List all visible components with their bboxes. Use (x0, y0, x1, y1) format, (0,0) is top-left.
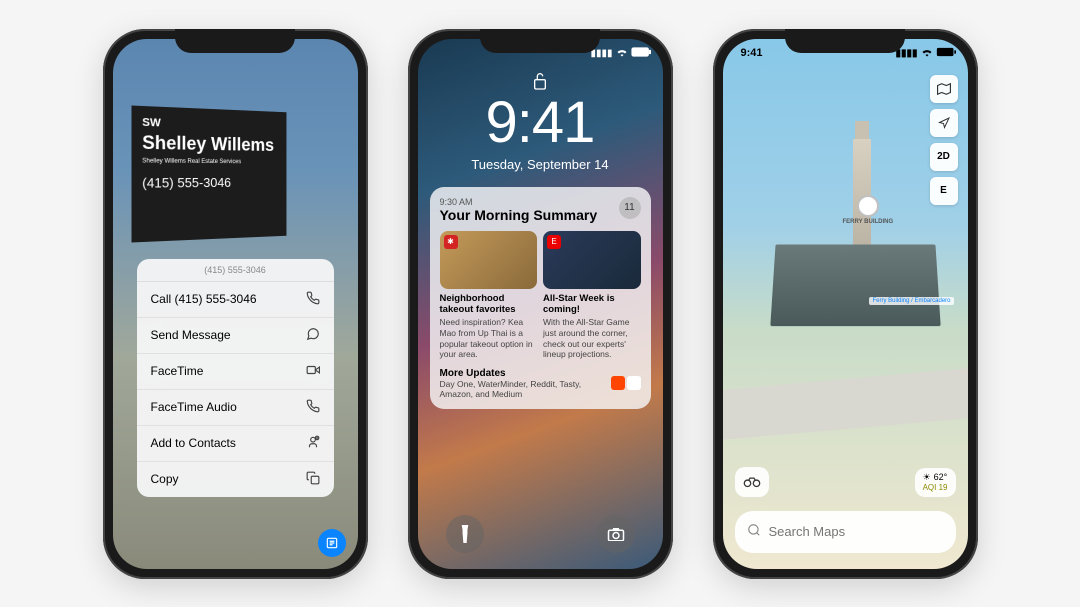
status-time: 9:41 (741, 47, 763, 60)
card-body: Need inspiration? Kea Mao from Up Thai i… (440, 317, 538, 360)
card-title: All-Star Week is coming! (543, 293, 641, 316)
map-mode-button[interactable] (930, 75, 958, 103)
lock-time: 9:41 (418, 89, 663, 156)
poi-marker[interactable]: FERRY BUILDING (843, 195, 894, 225)
maps-screen[interactable]: 9:41 ▮▮▮▮ 2D E FERRY BU (723, 39, 968, 569)
camera-screen: SW Shelley Willems Shelley Willems Real … (113, 39, 358, 569)
card-title: Neighborhood takeout favorites (440, 293, 538, 316)
notch (480, 29, 600, 53)
more-icons (611, 376, 641, 390)
search-bar[interactable] (735, 511, 956, 553)
menu-item-add-contact[interactable]: Add to Contacts (137, 426, 334, 462)
more-updates[interactable]: More Updates Day One, WaterMinder, Reddi… (440, 368, 641, 399)
menu-item-call[interactable]: Call (415) 555-3046 (137, 282, 334, 318)
menu-item-copy[interactable]: Copy (137, 462, 334, 497)
battery-icon (936, 47, 956, 60)
notch (175, 29, 295, 53)
compass-button[interactable]: E (930, 177, 958, 205)
search-icon (747, 523, 761, 540)
contact-add-icon (306, 435, 320, 452)
card-image: E (543, 231, 641, 289)
phone-icon (306, 291, 320, 308)
poi-pin-icon (857, 195, 879, 217)
phone-camera-livetext: SW Shelley Willems Shelley Willems Real … (103, 29, 368, 579)
map-controls: 2D E (930, 75, 958, 205)
locate-button[interactable] (930, 109, 958, 137)
notch (785, 29, 905, 53)
reddit-icon (611, 376, 625, 390)
summary-card[interactable]: ✱ Neighborhood takeout favorites Need in… (440, 231, 538, 360)
phone-maps: 9:41 ▮▮▮▮ 2D E FERRY BU (713, 29, 978, 579)
card-image: ✱ (440, 231, 538, 289)
menu-item-message[interactable]: Send Message (137, 318, 334, 354)
lock-date: Tuesday, September 14 (418, 157, 663, 172)
menu-label: Copy (151, 472, 179, 486)
summary-count: 11 (619, 197, 641, 219)
menu-label: Send Message (151, 328, 231, 342)
realestate-sign: SW Shelley Willems Shelley Willems Real … (131, 105, 286, 242)
sign-initials: SW (142, 116, 278, 132)
phone-icon (306, 399, 320, 416)
menu-label: FaceTime (151, 364, 204, 378)
menu-header: (415) 555-3046 (137, 259, 334, 282)
status-bar: ▮▮▮▮ (590, 47, 650, 60)
sign-phone: (415) 555-3046 (142, 174, 278, 190)
ferry-building (770, 244, 940, 326)
aqi: AQI 19 (923, 483, 948, 493)
more-title: More Updates (440, 368, 611, 379)
app-icon (627, 376, 641, 390)
card-body: With the All-Star Game just around the c… (543, 317, 641, 360)
sun-icon: ☀ (923, 472, 931, 483)
search-input[interactable] (769, 524, 945, 539)
menu-label: FaceTime Audio (151, 400, 237, 414)
video-icon (306, 363, 320, 380)
flashlight-button[interactable] (446, 515, 484, 553)
context-menu: (415) 555-3046 Call (415) 555-3046 Send … (137, 259, 334, 497)
lock-screen: ▮▮▮▮ 9:41 Tuesday, September 14 9:30 AM … (418, 39, 663, 569)
poi-label: FERRY BUILDING (843, 219, 894, 225)
espn-icon: E (547, 235, 561, 249)
morning-summary[interactable]: 9:30 AM Your Morning Summary 11 ✱ Neighb… (430, 187, 651, 409)
wifi-icon (921, 47, 933, 60)
battery-icon (631, 47, 651, 60)
menu-item-facetime-audio[interactable]: FaceTime Audio (137, 390, 334, 426)
menu-item-facetime[interactable]: FaceTime (137, 354, 334, 390)
sign-name: Shelley Willems (142, 133, 278, 155)
wifi-icon (616, 47, 628, 60)
menu-label: Call (415) 555-3046 (151, 292, 257, 306)
yelp-icon: ✱ (444, 235, 458, 249)
weather-widget[interactable]: ☀ 62° AQI 19 (915, 468, 956, 496)
sign-subtitle: Shelley Willems Real Estate Services (142, 158, 278, 165)
menu-label: Add to Contacts (151, 436, 236, 450)
view-2d-button[interactable]: 2D (930, 143, 958, 171)
live-text-button[interactable] (318, 529, 346, 557)
temperature: 62° (934, 472, 948, 483)
road (723, 366, 968, 441)
summary-title: Your Morning Summary (440, 207, 598, 223)
message-icon (306, 327, 320, 344)
phone-lockscreen: ▮▮▮▮ 9:41 Tuesday, September 14 9:30 AM … (408, 29, 673, 579)
summary-timestamp: 9:30 AM (440, 197, 598, 207)
summary-card[interactable]: E All-Star Week is coming! With the All-… (543, 231, 641, 360)
more-body: Day One, WaterMinder, Reddit, Tasty, Ama… (440, 379, 611, 399)
copy-icon (306, 471, 320, 488)
lookaround-button[interactable] (735, 467, 769, 497)
transit-label: Ferry Building / Embarcadero (869, 297, 953, 305)
camera-button[interactable] (597, 515, 635, 553)
